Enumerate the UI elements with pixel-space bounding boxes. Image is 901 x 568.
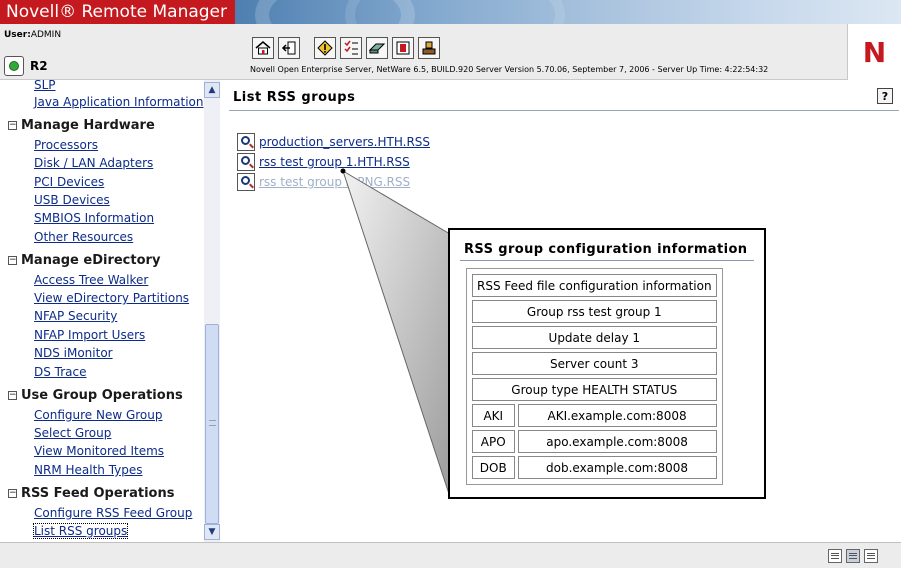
server-name-cell: AKI [472,404,515,427]
rss-config-popup: RSS group configuration information RSS … [448,228,766,499]
view-toggle-group [828,549,882,563]
config-row: RSS Feed file configuration information [472,274,717,297]
config-row: Group rss test group 1 [472,300,717,323]
server-address-cell: apo.example.com:8008 [517,430,717,453]
config-row: Group type HEALTH STATUS [472,378,717,401]
server-name-cell: APO [472,430,515,453]
server-address-cell: AKI.example.com:8008 [517,404,717,427]
config-row: Server count 3 [472,352,717,375]
server-address-cell: dob.example.com:8008 [517,456,717,479]
details-view-icon[interactable] [864,549,878,563]
status-bar [0,542,901,568]
popup-divider [460,260,754,261]
config-row: Update delay 1 [472,326,717,349]
popup-title: RSS group configuration information [464,242,748,257]
list-view-icon[interactable] [828,549,842,563]
server-name-cell: DOB [472,456,515,479]
config-table: RSS Feed file configuration information … [466,268,723,485]
columns-view-icon[interactable] [846,549,860,563]
